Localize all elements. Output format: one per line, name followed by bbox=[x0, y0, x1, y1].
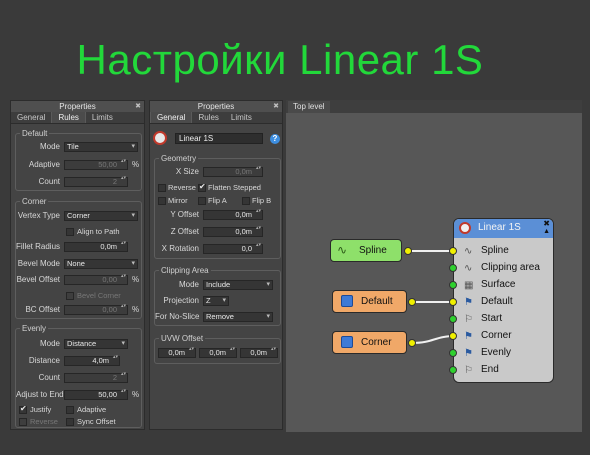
surface-input-port[interactable] bbox=[449, 281, 457, 289]
slot-spline: Spline bbox=[481, 245, 509, 256]
slot-icon: ▦ bbox=[464, 280, 474, 291]
slot-corner: Corner bbox=[481, 330, 512, 341]
slot-icon: ∿ bbox=[464, 246, 473, 257]
default-node-label: Default bbox=[361, 296, 393, 307]
start-input-port[interactable] bbox=[449, 315, 457, 323]
corner-node-label: Corner bbox=[361, 337, 392, 348]
node-title: Linear 1S bbox=[478, 222, 521, 233]
corner-output-port[interactable] bbox=[408, 339, 416, 347]
linear-1s-node[interactable]: Linear 1S ✖ ▲ Spline Clipping area Surfa… bbox=[453, 218, 554, 383]
slot-surface: Surface bbox=[481, 279, 516, 290]
collapse-icon[interactable]: ▲ bbox=[543, 228, 550, 235]
node-header: Linear 1S ✖ ▲ bbox=[454, 219, 553, 238]
slot-icon: ⚐ bbox=[464, 314, 473, 325]
evenly-input-port[interactable] bbox=[449, 349, 457, 357]
slot-icon: ∿ bbox=[464, 263, 473, 274]
slot-clipping-area: Clipping area bbox=[481, 262, 540, 273]
spline-node-label: Spline bbox=[359, 245, 387, 256]
slot-icon: ⚐ bbox=[464, 365, 473, 376]
corner-material-node[interactable]: Corner bbox=[332, 331, 407, 354]
default-output-port[interactable] bbox=[408, 298, 416, 306]
default-material-node[interactable]: Default bbox=[332, 290, 407, 313]
slot-evenly: Evenly bbox=[481, 347, 512, 358]
cubes-icon bbox=[341, 336, 353, 348]
linear-icon bbox=[459, 222, 471, 234]
spline-wave-icon: ∿ bbox=[337, 243, 348, 257]
corner-input-port[interactable] bbox=[449, 332, 457, 340]
default-input-port[interactable] bbox=[449, 298, 457, 306]
spline-input-port[interactable] bbox=[449, 247, 457, 255]
slot-default: Default bbox=[481, 296, 513, 307]
end-input-port[interactable] bbox=[449, 366, 457, 374]
slot-icon: ⚑ bbox=[464, 297, 473, 308]
slot-start: Start bbox=[481, 313, 503, 324]
clipping-input-port[interactable] bbox=[449, 264, 457, 272]
slot-end: End bbox=[481, 364, 499, 375]
spline-node[interactable]: ∿ Spline bbox=[330, 239, 402, 262]
slot-icon: ⚑ bbox=[464, 348, 473, 359]
slot-icon: ⚑ bbox=[464, 331, 473, 342]
close-icon[interactable]: ✖ bbox=[543, 219, 550, 228]
cubes-icon bbox=[341, 295, 353, 307]
spline-output-port[interactable] bbox=[404, 247, 412, 255]
